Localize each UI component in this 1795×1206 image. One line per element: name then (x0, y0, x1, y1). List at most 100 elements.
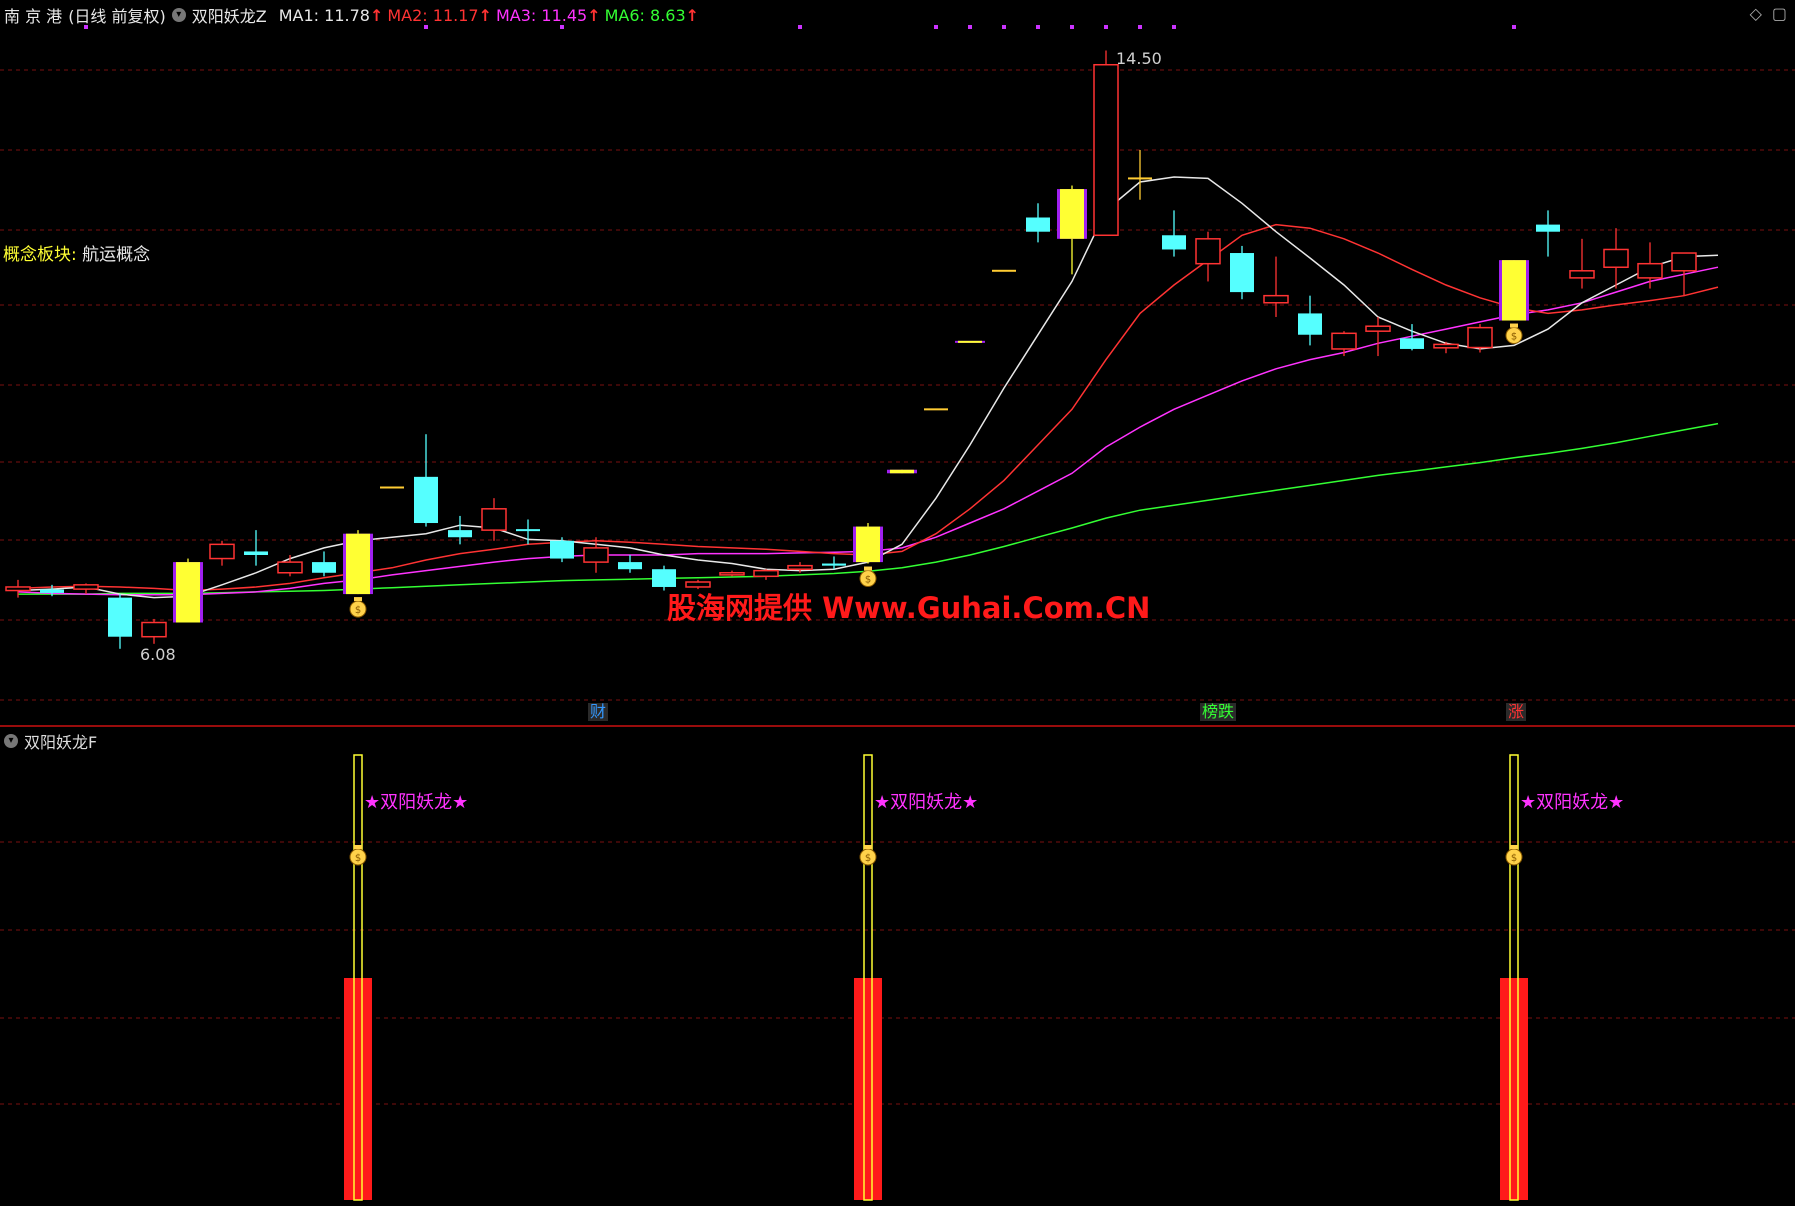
candle (481, 498, 507, 541)
signal-dot (1036, 25, 1040, 29)
candle-body (1433, 343, 1459, 349)
sub-panel-title[interactable]: 双阳妖龙F (24, 729, 97, 753)
candle-body (481, 508, 507, 531)
formula-name[interactable]: 双阳妖龙Z (192, 3, 267, 27)
candle-body (1195, 238, 1221, 265)
candle-body (1365, 325, 1391, 332)
candle-body (992, 269, 1016, 272)
candle (787, 562, 813, 573)
candle-body (1569, 270, 1595, 279)
up-arrow-icon: ↑ (369, 5, 384, 25)
candle-body (244, 551, 268, 555)
candle-body (209, 543, 235, 560)
indicator-ma4: MA6: 8.63↑ (604, 5, 700, 25)
candle-body (40, 589, 64, 593)
money-bag-icon: $ (859, 566, 877, 588)
candle (924, 408, 948, 411)
red-signal-bar (854, 978, 882, 1200)
red-signal-bar (344, 978, 372, 1200)
candle-body (924, 408, 948, 411)
candle-body (856, 526, 880, 563)
candle (955, 340, 985, 343)
candle (583, 537, 609, 573)
concept-value[interactable]: 航运概念 (82, 245, 150, 265)
candle (1331, 331, 1357, 357)
signal-dot (1104, 25, 1108, 29)
candle (1195, 231, 1221, 282)
chevron-down-icon[interactable]: ▾ (4, 734, 18, 748)
candle-body (516, 529, 540, 532)
event-tag[interactable]: 涨 (1506, 703, 1527, 721)
chevron-down-icon[interactable]: ▾ (171, 8, 186, 22)
money-bag-icon: $ (1505, 323, 1523, 345)
chart-mode[interactable]: (日线 前复权) (68, 3, 166, 27)
candle (719, 570, 745, 577)
candle (1162, 210, 1186, 257)
signal-dot (1172, 25, 1176, 29)
indicator-ma3: MA3: 11.45↑ (495, 5, 601, 25)
money-bag-top (354, 845, 362, 849)
candle (992, 269, 1016, 272)
candle (73, 583, 99, 595)
signal-dot (968, 25, 972, 29)
candle-body (176, 562, 200, 623)
event-tag[interactable]: 财 (588, 703, 609, 721)
candle-body (719, 572, 745, 576)
high-price-label: 14.50 (1116, 48, 1162, 68)
candle (1569, 238, 1595, 289)
signal-dot (1512, 25, 1516, 29)
candle (1093, 50, 1119, 237)
candle (380, 486, 404, 489)
candle-body (1128, 177, 1152, 180)
money-bag-symbol: $ (355, 853, 361, 864)
low-price-label: 6.08 (140, 644, 176, 664)
candle (753, 569, 779, 580)
candle-body (1637, 262, 1663, 279)
candle-body (550, 540, 574, 559)
candle (1026, 203, 1050, 243)
candle-body (958, 340, 982, 343)
candle (516, 519, 540, 545)
money-bag-symbol: $ (1511, 332, 1517, 343)
candle-body (1671, 252, 1697, 272)
candle-body (1331, 332, 1357, 350)
money-bag-top (354, 597, 362, 602)
stock-name[interactable]: 南 京 港 (4, 3, 62, 27)
candle-body (1467, 326, 1493, 349)
candle-body (618, 562, 642, 570)
concept-sector: 概念板块: 航运概念 (3, 240, 150, 265)
diamond-icon[interactable]: ◇ (1750, 4, 1762, 23)
signal-dot (934, 25, 938, 29)
up-arrow-icon: ↑ (685, 5, 700, 25)
candle (1263, 256, 1289, 317)
candle-body (380, 486, 404, 489)
candle (1637, 242, 1663, 289)
money-bag-top (864, 845, 872, 849)
candle-body (1093, 63, 1119, 237)
candle-body (1502, 260, 1526, 321)
candle-body (1603, 248, 1629, 268)
up-arrow-icon: ↑ (587, 5, 601, 25)
candle (5, 579, 31, 598)
window-icon[interactable]: ▢ (1772, 4, 1787, 23)
candle-body (1026, 217, 1050, 232)
money-bag-icon: $ (1505, 845, 1523, 866)
up-arrow-icon: ↑ (478, 5, 492, 25)
candle (887, 469, 917, 474)
candlestick-series[interactable] (5, 50, 1697, 649)
candle-body (1263, 294, 1289, 304)
candle-body (1536, 224, 1560, 232)
signal-dot (1002, 25, 1006, 29)
candle (1433, 341, 1459, 354)
candle (277, 555, 303, 577)
signal-label: ★双阳妖龙★ (1520, 792, 1625, 813)
money-bag-top (1510, 323, 1518, 328)
signal-dot (798, 25, 802, 29)
money-bag-icon: $ (859, 845, 877, 866)
candle-body (787, 564, 813, 570)
signal-label: ★双阳妖龙★ (874, 792, 979, 813)
candle (550, 537, 574, 563)
red-signal-bar (1500, 978, 1528, 1200)
event-tag[interactable]: 榜跌 (1200, 703, 1237, 721)
candle (853, 523, 883, 564)
